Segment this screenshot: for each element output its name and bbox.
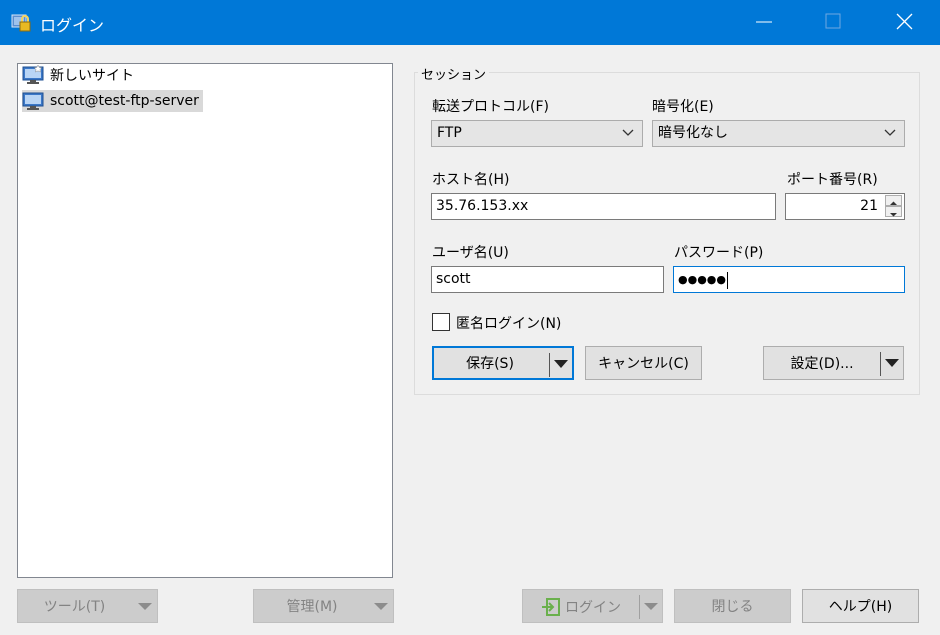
site-item-label: 新しいサイト [50,68,134,84]
manage-button-label: 管理(M) [286,599,338,615]
protocol-label: 転送プロトコル(F) [432,99,549,115]
login-dialog: ログイン 新しいサイト scott@test-ftp-server セッション … [0,0,940,635]
chevron-down-icon [622,129,634,136]
text-caret [727,271,728,289]
port-spin-down-button[interactable] [885,206,902,217]
split-separator [549,353,550,377]
close-button[interactable]: 閉じる [674,589,791,623]
user-input[interactable]: scott [431,266,664,293]
arrow-down-icon [890,213,897,217]
help-button-label: ヘルプ(H) [828,599,893,615]
session-group-title: セッション [418,64,490,83]
site-monitor-icon [22,92,44,110]
login-icon [542,598,560,616]
site-item-scott[interactable]: scott@test-ftp-server [22,90,203,112]
close-window-button[interactable] [876,0,934,45]
dropdown-arrow-icon [374,603,388,610]
dropdown-arrow-icon [138,603,152,610]
port-spin-up-button[interactable] [885,195,902,206]
help-button[interactable]: ヘルプ(H) [802,589,919,623]
user-label: ユーザ名(U) [432,245,509,261]
anonymous-checkbox[interactable] [432,313,450,331]
password-input[interactable]: ●●●●● [673,266,905,293]
password-label: パスワード(P) [674,245,764,261]
dropdown-arrow-icon[interactable] [885,359,899,368]
dropdown-arrow-icon[interactable] [554,360,568,369]
title-bar[interactable]: ログイン [0,0,940,45]
settings-button[interactable]: 設定(D)... [763,346,904,380]
save-button-label: 保存(S) [466,356,514,372]
split-separator [880,352,881,376]
login-button[interactable]: ログイン [522,589,663,623]
dropdown-arrow-icon [644,603,658,610]
maximize-button[interactable] [805,0,863,45]
close-icon [896,13,913,30]
encryption-value: 暗号化なし [658,125,728,141]
lock-icon [11,14,31,32]
split-separator [639,595,640,619]
close-button-label: 閉じる [711,599,754,615]
cancel-button[interactable]: キャンセル(C) [585,346,702,380]
encryption-select[interactable]: 暗号化なし [652,120,905,147]
login-button-label: ログイン [565,600,621,616]
encryption-label: 暗号化(E) [652,99,714,115]
host-input[interactable]: 35.76.153.xx [431,193,776,220]
site-item-new[interactable]: 新しいサイト [22,64,138,86]
settings-button-label: 設定(D)... [790,356,854,372]
protocol-value: FTP [437,125,462,141]
tools-button[interactable]: ツール(T) [17,589,158,623]
save-button[interactable]: 保存(S) [432,346,574,380]
new-site-monitor-icon [22,65,44,84]
maximize-icon [825,13,841,29]
host-label: ホスト名(H) [432,172,510,188]
protocol-select[interactable]: FTP [431,120,643,147]
minimize-icon [756,21,772,23]
chevron-down-icon [884,129,896,136]
cancel-button-label: キャンセル(C) [598,356,689,372]
manage-button[interactable]: 管理(M) [253,589,394,623]
password-value: ●●●●● [678,273,726,286]
site-item-label: scott@test-ftp-server [50,93,199,109]
minimize-button[interactable] [736,0,794,45]
site-tree[interactable]: 新しいサイト scott@test-ftp-server [17,63,393,578]
window-title: ログイン [40,16,105,35]
tools-button-label: ツール(T) [43,599,106,615]
anonymous-label: 匿名ログイン(N) [456,316,562,332]
port-label: ポート番号(R) [787,172,878,188]
